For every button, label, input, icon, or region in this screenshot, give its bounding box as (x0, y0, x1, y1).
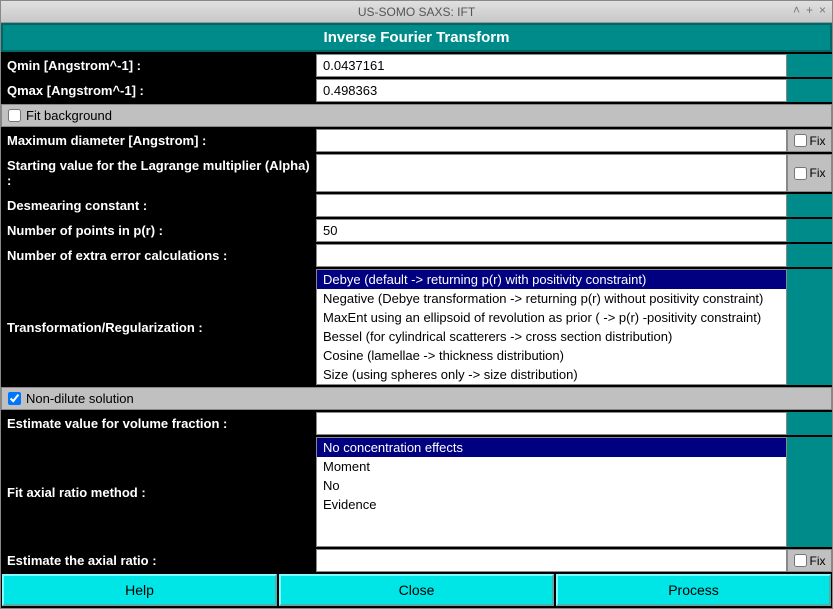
list-item[interactable]: Size (using spheres only -> size distrib… (317, 365, 786, 384)
axial-ratio-input[interactable] (316, 549, 787, 572)
row-axial-ratio: Estimate the axial ratio : Fix (1, 549, 832, 572)
row-qmax: Qmax [Angstrom^-1] : (1, 79, 832, 102)
maximize-icon[interactable]: + (806, 3, 813, 17)
max-diameter-input[interactable] (316, 129, 787, 152)
side-slot (787, 194, 832, 217)
transform-listbox[interactable]: Debye (default -> returning p(r) with po… (316, 269, 787, 385)
transform-label: Transformation/Regularization : (1, 269, 316, 385)
side-slot (787, 219, 832, 242)
fit-axial-listbox[interactable]: No concentration effectsMomentNoEvidence (316, 437, 787, 547)
side-slot (787, 269, 832, 385)
non-dilute-checkbox[interactable] (8, 392, 21, 405)
side-slot (787, 54, 832, 77)
non-dilute-row: Non-dilute solution (1, 387, 832, 410)
nextra-label: Number of extra error calculations : (1, 244, 316, 267)
axial-ratio-fix: Fix (787, 549, 832, 572)
npoints-label: Number of points in p(r) : (1, 219, 316, 242)
side-slot (787, 437, 832, 547)
close-button[interactable]: Close (279, 574, 554, 606)
side-slot (787, 244, 832, 267)
row-transform: Transformation/Regularization : Debye (d… (1, 269, 832, 385)
alpha-fix-checkbox[interactable] (794, 167, 807, 180)
bottom-buttons: Help Close Process (1, 574, 832, 608)
axial-ratio-label: Estimate the axial ratio : (1, 549, 316, 572)
qmin-label: Qmin [Angstrom^-1] : (1, 54, 316, 77)
qmin-input[interactable] (316, 54, 787, 77)
row-volfrac: Estimate value for volume fraction : (1, 412, 832, 435)
max-diameter-fix-checkbox[interactable] (794, 134, 807, 147)
axial-ratio-fix-checkbox[interactable] (794, 554, 807, 567)
alpha-fix: Fix (787, 154, 832, 192)
side-slot (787, 79, 832, 102)
list-item[interactable]: MaxEnt using an ellipsoid of revolution … (317, 308, 786, 327)
npoints-input[interactable] (316, 219, 787, 242)
list-item[interactable]: Bessel (for cylindrical scatterers -> cr… (317, 327, 786, 346)
fix-label: Fix (810, 554, 826, 568)
window-controls: ˄ + × (793, 3, 826, 17)
row-nextra: Number of extra error calculations : (1, 244, 832, 267)
non-dilute-label: Non-dilute solution (26, 391, 134, 406)
fix-label: Fix (810, 134, 826, 148)
volfrac-input[interactable] (316, 412, 787, 435)
titlebar: US-SOMO SAXS: IFT ˄ + × (1, 1, 832, 23)
volfrac-label: Estimate value for volume fraction : (1, 412, 316, 435)
minimize-icon[interactable]: ˄ (793, 3, 800, 17)
fit-axial-label: Fit axial ratio method : (1, 437, 316, 547)
row-fit-axial: Fit axial ratio method : No concentratio… (1, 437, 832, 547)
row-qmin: Qmin [Angstrom^-1] : (1, 54, 832, 77)
row-max-diameter: Maximum diameter [Angstrom] : Fix (1, 129, 832, 152)
page-title: Inverse Fourier Transform (1, 23, 832, 52)
process-button[interactable]: Process (556, 574, 831, 606)
alpha-label: Starting value for the Lagrange multipli… (1, 154, 316, 192)
row-desmear: Desmearing constant : (1, 194, 832, 217)
list-item[interactable]: No concentration effects (317, 438, 786, 457)
list-item[interactable]: Cosine (lamellae -> thickness distributi… (317, 346, 786, 365)
list-item[interactable]: Negative (Debye transformation -> return… (317, 289, 786, 308)
fit-background-row: Fit background (1, 104, 832, 127)
qmax-label: Qmax [Angstrom^-1] : (1, 79, 316, 102)
fit-background-checkbox[interactable] (8, 109, 21, 122)
row-npoints: Number of points in p(r) : (1, 219, 832, 242)
fit-background-label: Fit background (26, 108, 112, 123)
alpha-input[interactable] (316, 154, 787, 192)
nextra-input[interactable] (316, 244, 787, 267)
list-item[interactable]: Evidence (317, 495, 786, 514)
list-item[interactable]: Debye (default -> returning p(r) with po… (317, 270, 786, 289)
desmear-input[interactable] (316, 194, 787, 217)
qmax-input[interactable] (316, 79, 787, 102)
help-button[interactable]: Help (2, 574, 277, 606)
list-item[interactable]: No (317, 476, 786, 495)
side-slot (787, 412, 832, 435)
fix-label: Fix (810, 166, 826, 180)
app-window: US-SOMO SAXS: IFT ˄ + × Inverse Fourier … (0, 0, 833, 609)
close-icon[interactable]: × (819, 3, 826, 17)
window-title: US-SOMO SAXS: IFT (358, 5, 475, 19)
max-diameter-label: Maximum diameter [Angstrom] : (1, 129, 316, 152)
row-alpha: Starting value for the Lagrange multipli… (1, 154, 832, 192)
max-diameter-fix: Fix (787, 129, 832, 152)
desmear-label: Desmearing constant : (1, 194, 316, 217)
list-item[interactable]: Moment (317, 457, 786, 476)
